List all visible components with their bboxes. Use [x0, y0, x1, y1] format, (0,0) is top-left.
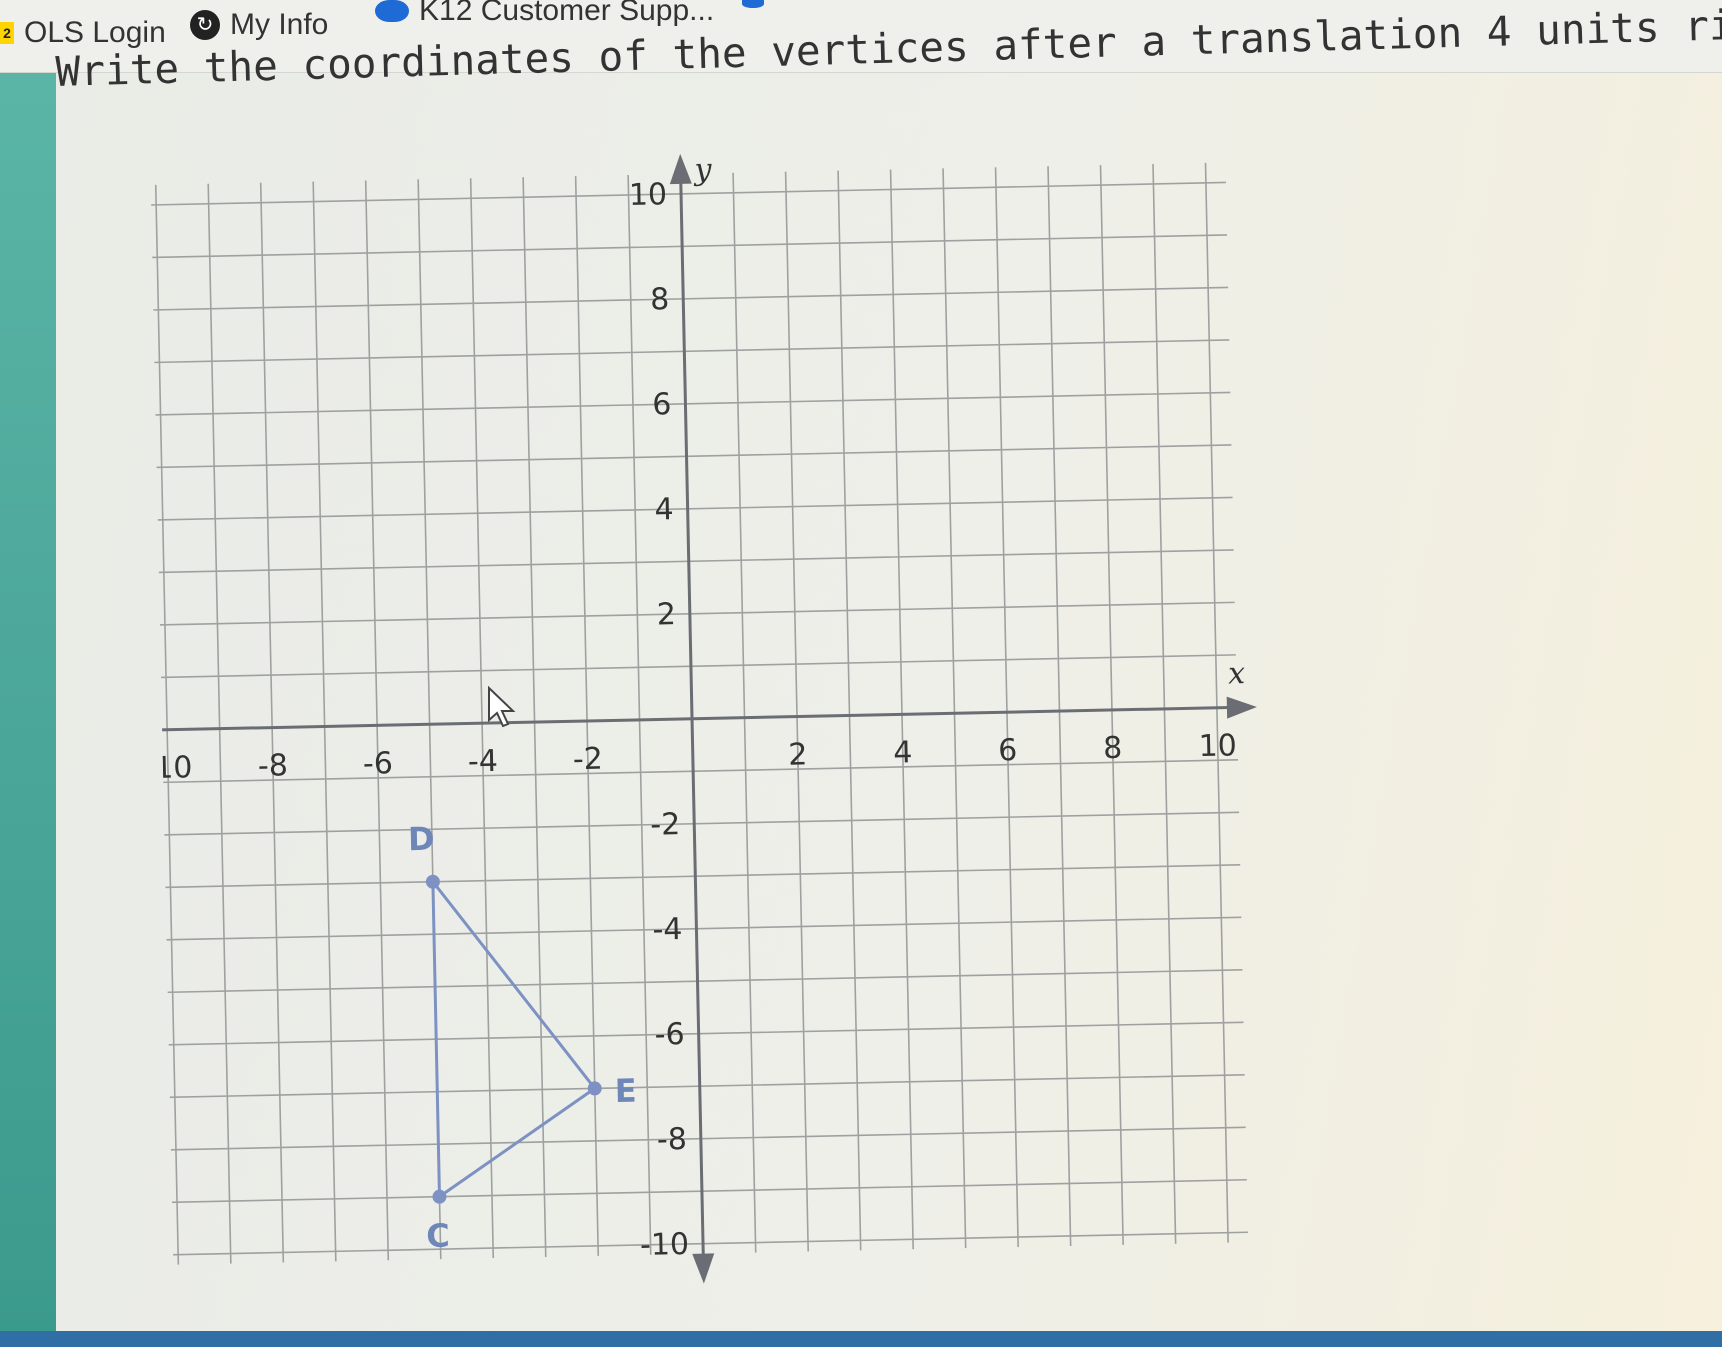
grid-line-horizontal: [139, 339, 1230, 364]
x-tick-label: -8: [258, 748, 289, 784]
bookmark-icon: [742, 0, 764, 8]
grid-line-vertical: [259, 182, 285, 1263]
bookmark-k12-support[interactable]: K12 Customer Supp...: [375, 0, 714, 28]
y-tick-label: 8: [650, 282, 670, 317]
y-tick-label: -10: [640, 1227, 690, 1263]
bookmark-label: My Info: [230, 8, 329, 41]
graph-svg: x y -10 -8 -6 -4 -2 2 4 6 8 10 10 8 6 4 2 -2 -4 -6 -8 -10 D E…: [127, 152, 1257, 1284]
grid-line-horizontal: [138, 286, 1229, 312]
vertex-label-e: E: [614, 1072, 637, 1110]
grid-line-vertical: [1099, 165, 1124, 1245]
k12-icon: [375, 0, 409, 22]
x-axis-arrow-right-icon: [1226, 696, 1257, 719]
y-axis-arrow-up-icon: [669, 153, 692, 185]
y-tick-label: 2: [656, 597, 676, 632]
left-edge-strip: [0, 0, 56, 1347]
x-tick-label: 6: [998, 733, 1018, 768]
grid-line-horizontal: [142, 496, 1233, 522]
y-axis-label: y: [692, 152, 713, 187]
y-tick-label: 10: [629, 177, 668, 213]
x-tick-label: 10: [1198, 728, 1237, 764]
x-tick-label: -4: [468, 744, 499, 780]
grid-line-horizontal: [144, 601, 1235, 627]
grid-line-vertical: [942, 168, 967, 1249]
grid-line-horizontal: [143, 549, 1234, 574]
coordinate-plane: x y -10 -8 -6 -4 -2 2 4 6 8 10 10 8 6 4 2 -2 -4 -6 -8 -10 D E…: [127, 125, 1355, 1344]
grid-line-vertical: [1047, 166, 1072, 1246]
grid-line-vertical: [732, 172, 757, 1253]
x-tick-label: -10: [150, 750, 193, 786]
grid-line-horizontal: [137, 234, 1228, 259]
vertex-label-c: C: [426, 1216, 450, 1254]
grid-line-vertical: [784, 171, 810, 1252]
mouse-cursor-icon: [488, 686, 516, 728]
bookmark-my-info[interactable]: ↻ My Info: [190, 8, 328, 42]
y-tick-label: -8: [657, 1122, 688, 1158]
x-axis-label: x: [1228, 656, 1246, 691]
grid-line-vertical: [364, 180, 390, 1261]
taskbar-strip: [0, 1331, 1722, 1347]
grid-line-vertical: [994, 167, 1019, 1248]
y-tick-label: 4: [654, 492, 674, 527]
grid-line-vertical: [889, 169, 914, 1250]
grid-line-horizontal: [136, 181, 1226, 207]
bookmark-label: K12 Customer Supp...: [419, 0, 715, 27]
grid-line-horizontal: [146, 654, 1236, 679]
info-icon: ↻: [190, 10, 220, 40]
x-axis-arrow-left-icon: [127, 718, 158, 741]
x-tick-label: 2: [788, 737, 808, 772]
grid-line-horizontal: [140, 391, 1231, 417]
vertex-label-d: D: [408, 820, 435, 859]
y-tick-label: -2: [650, 807, 681, 843]
grid-line-vertical: [154, 184, 180, 1265]
x-tick-label: -6: [363, 746, 394, 782]
grid-line-vertical: [522, 177, 547, 1257]
y-axis-arrow-down-icon: [692, 1253, 715, 1284]
grid-line-vertical: [312, 181, 337, 1262]
grid-line-vertical: [1204, 162, 1229, 1243]
grid-line-vertical: [837, 170, 862, 1251]
grid-line-horizontal: [141, 444, 1232, 469]
x-tick-label: 8: [1103, 731, 1123, 766]
grid-line-vertical: [1152, 163, 1177, 1244]
ols-icon: 2: [0, 22, 14, 44]
grid-line-vertical: [207, 183, 232, 1264]
x-tick-label: -2: [573, 742, 604, 778]
x-tick-label: 4: [893, 735, 913, 770]
y-tick-label: 6: [652, 387, 672, 422]
y-tick-label: -4: [652, 912, 683, 948]
y-tick-label: -6: [654, 1017, 685, 1053]
